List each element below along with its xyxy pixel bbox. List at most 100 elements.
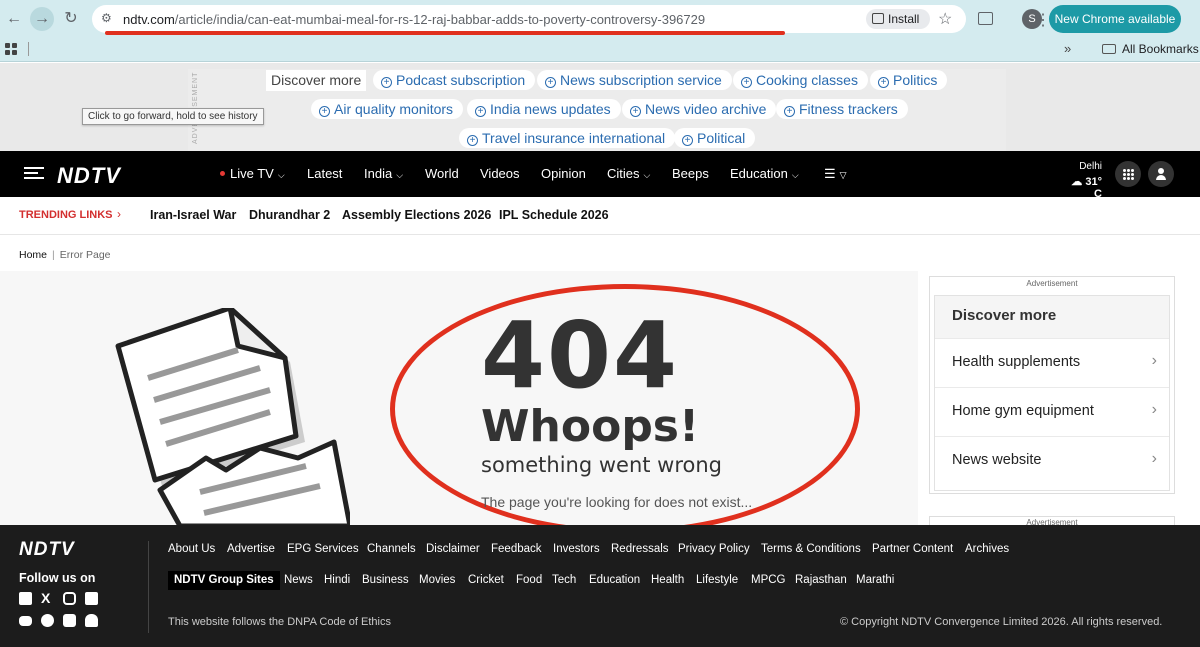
ad-pill[interactable]: + News video archive (622, 99, 777, 119)
group-sites-label[interactable]: NDTV Group Sites (168, 571, 280, 590)
back-arrow-icon[interactable]: ← (4, 9, 24, 29)
ad-pill[interactable]: + News subscription service (537, 70, 732, 90)
x-twitter-icon[interactable]: X (41, 591, 54, 605)
url-annotation-underline (105, 31, 785, 35)
trending-link[interactable]: Dhurandhar 2 (249, 208, 330, 222)
footer-link[interactable]: Hindi (324, 574, 350, 586)
url-text[interactable]: ndtv.com/article/india/can-eat-mumbai-me… (123, 12, 705, 27)
footer-link[interactable]: Marathi (856, 574, 894, 586)
footer-link[interactable]: Education (589, 574, 640, 586)
nav-opinion[interactable]: Opinion (541, 166, 586, 181)
trending-link[interactable]: Assembly Elections 2026 (342, 208, 491, 222)
footer-link[interactable]: Food (516, 574, 542, 586)
footer-link[interactable]: Channels (367, 543, 416, 555)
tab-search-icon[interactable] (978, 12, 993, 25)
whatsapp-icon[interactable] (41, 614, 54, 627)
discover-item[interactable]: News website › (935, 436, 1169, 485)
discover-more-label: Discover more (266, 70, 367, 91)
ad-pill[interactable]: + Podcast subscription (373, 70, 536, 90)
ad-pill[interactable]: + Cooking classes (733, 70, 868, 90)
trending-link[interactable]: IPL Schedule 2026 (499, 208, 609, 222)
more-menu-icon[interactable]: ☰ ▽ (824, 166, 847, 182)
site-info-icon[interactable]: ⚙ (101, 11, 112, 25)
cloud-icon: ☁ (1071, 176, 1086, 188)
footer-link[interactable]: Business (362, 574, 409, 586)
error-code: 404 (481, 302, 680, 409)
address-bar[interactable]: ⚙ ndtv.com/article/india/can-eat-mumbai-… (92, 5, 966, 33)
sidebar-ad: Advertisement Discover more Health suppl… (929, 276, 1175, 494)
bookmarks-bar: » All Bookmarks (0, 38, 1200, 62)
footer-link[interactable]: Feedback (491, 543, 542, 555)
chevron-down-icon: ⌵ (396, 170, 404, 180)
footer-link[interactable]: Tech (552, 574, 576, 586)
copyright: © Copyright NDTV Convergence Limited 202… (840, 616, 1163, 628)
update-chrome-button[interactable]: New Chrome available (1049, 5, 1181, 33)
footer-link[interactable]: EPG Services (287, 543, 359, 555)
ad-pill[interactable]: + Political (674, 128, 756, 148)
bookmarks-overflow-icon[interactable]: » (1064, 41, 1071, 56)
footer-link[interactable]: Archives (965, 543, 1009, 555)
instagram-icon[interactable] (63, 592, 76, 605)
apps-grid-button[interactable] (1115, 161, 1141, 187)
dnpa-notice[interactable]: This website follows the DNPA Code of Et… (168, 616, 391, 628)
plus-circle-icon: + (784, 106, 795, 117)
plus-circle-icon: + (878, 77, 889, 88)
menu-search-icon[interactable] (24, 167, 44, 181)
nav-live-tv[interactable]: Live TV ⌵ (220, 166, 285, 181)
breadcrumb-home[interactable]: Home (19, 249, 47, 261)
nav-education[interactable]: Education ⌵ (730, 166, 799, 181)
chevron-down-icon: ⌵ (277, 170, 285, 180)
footer-link[interactable]: Redressals (611, 543, 669, 555)
apps-grid-icon[interactable] (5, 43, 17, 55)
reload-icon[interactable]: ↻ (61, 9, 81, 29)
footer-link[interactable]: Terms & Conditions (761, 543, 861, 555)
footer-link[interactable]: MPCG (751, 574, 786, 586)
user-icon[interactable] (1148, 161, 1174, 187)
nav-cities[interactable]: Cities ⌵ (607, 166, 650, 181)
footer-link[interactable]: Lifestyle (696, 574, 738, 586)
footer-link[interactable]: Partner Content (872, 543, 953, 555)
ndtv-logo[interactable]: NDTV (57, 163, 121, 189)
ad-pill[interactable]: + Fitness trackers (776, 99, 908, 119)
footer-link[interactable]: Rajasthan (795, 574, 847, 586)
footer-link[interactable]: About Us (168, 543, 215, 555)
nav-india[interactable]: India ⌵ (364, 166, 403, 181)
torn-document-illustration (115, 308, 350, 526)
footer-link[interactable]: Disclaimer (426, 543, 480, 555)
footer-link[interactable]: Cricket (468, 574, 504, 586)
footer-link[interactable]: Health (651, 574, 684, 586)
footer-link[interactable]: Movies (419, 574, 455, 586)
linkedin-icon[interactable] (85, 592, 98, 605)
nav-latest[interactable]: Latest (307, 166, 342, 181)
threads-icon[interactable] (63, 614, 76, 627)
footer-divider (148, 541, 149, 633)
plus-circle-icon: + (630, 106, 641, 117)
forward-arrow-icon[interactable]: → (30, 7, 54, 31)
ad-pill[interactable]: + Travel insurance international (459, 128, 676, 148)
youtube-icon[interactable] (19, 616, 32, 626)
footer-link[interactable]: Advertise (227, 543, 275, 555)
footer-link[interactable]: News (284, 574, 313, 586)
discover-item[interactable]: Home gym equipment › (935, 387, 1169, 436)
trending-link[interactable]: Iran-Israel War (150, 208, 236, 222)
weather-widget[interactable]: Delhi ☁ 31° C (1062, 161, 1102, 200)
footer-logo[interactable]: NDTV (19, 539, 75, 561)
discover-item[interactable]: Health supplements › (935, 338, 1169, 387)
footer-link[interactable]: Privacy Policy (678, 543, 750, 555)
nav-videos[interactable]: Videos (480, 166, 520, 181)
follow-us-label: Follow us on (19, 571, 96, 585)
install-button[interactable]: Install (866, 9, 930, 29)
chevron-right-icon: › (1151, 352, 1157, 369)
plus-circle-icon: + (741, 77, 752, 88)
ad-pill[interactable]: + Air quality monitors (311, 99, 464, 119)
bookmark-star-icon[interactable]: ☆ (938, 9, 952, 29)
ad-pill[interactable]: + India news updates (467, 99, 621, 119)
ad-pill[interactable]: + Politics (870, 70, 948, 90)
snapchat-icon[interactable] (85, 614, 98, 627)
plus-circle-icon: + (467, 135, 478, 146)
footer-link[interactable]: Investors (553, 543, 600, 555)
all-bookmarks-button[interactable]: All Bookmarks (1102, 42, 1199, 56)
facebook-icon[interactable] (19, 592, 32, 605)
nav-beeps[interactable]: Beeps (672, 166, 709, 181)
nav-world[interactable]: World (425, 166, 459, 181)
